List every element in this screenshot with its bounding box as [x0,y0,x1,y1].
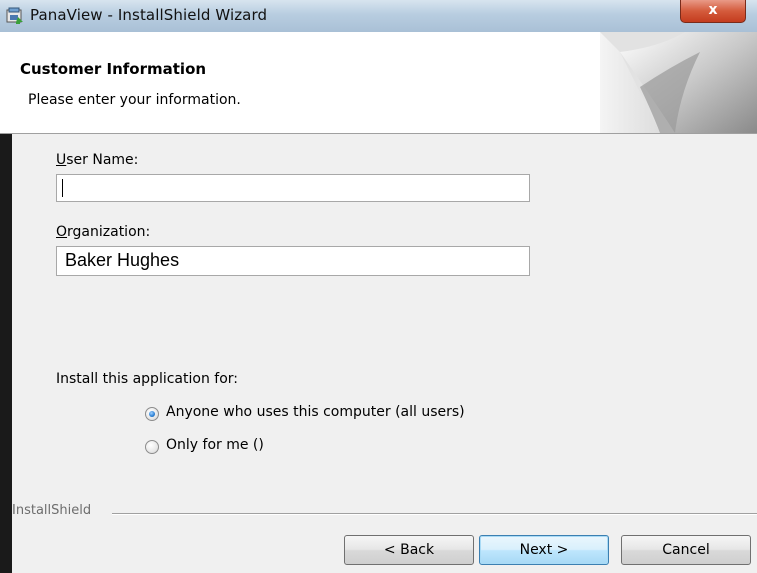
organization-field[interactable]: Baker Hughes [56,246,530,276]
back-button[interactable]: < Back [344,535,474,565]
cancel-button[interactable]: Cancel [621,535,751,565]
radio-only-me[interactable] [145,440,159,454]
footer-divider [112,513,757,515]
title-bar[interactable]: PanaView - InstallShield Wizard x [0,0,757,33]
page-subtitle: Please enter your information. [28,92,241,108]
header-banner: Customer Information Please enter your i… [0,32,757,134]
user-name-field[interactable] [56,174,530,202]
organization-label: Organization: [56,224,151,240]
installer-icon [6,7,24,25]
radio-only-me-label[interactable]: Only for me () [166,437,264,453]
text-caret [62,179,63,197]
radio-all-users-label[interactable]: Anyone who uses this computer (all users… [166,404,465,420]
radio-all-users[interactable] [145,407,159,421]
close-icon: x [708,2,718,18]
close-button[interactable]: x [680,0,746,23]
install-for-label: Install this application for: [56,371,238,387]
window-title: PanaView - InstallShield Wizard [30,6,268,24]
radio-selected-dot [149,411,155,417]
page-title: Customer Information [20,60,207,78]
next-button[interactable]: Next > [479,535,609,565]
installshield-brand: InstallShield [12,503,92,518]
installer-window: PanaView - InstallShield Wizard x Custom… [0,0,757,573]
page-curl-graphic [600,32,757,133]
user-name-label: User Name: [56,152,139,168]
